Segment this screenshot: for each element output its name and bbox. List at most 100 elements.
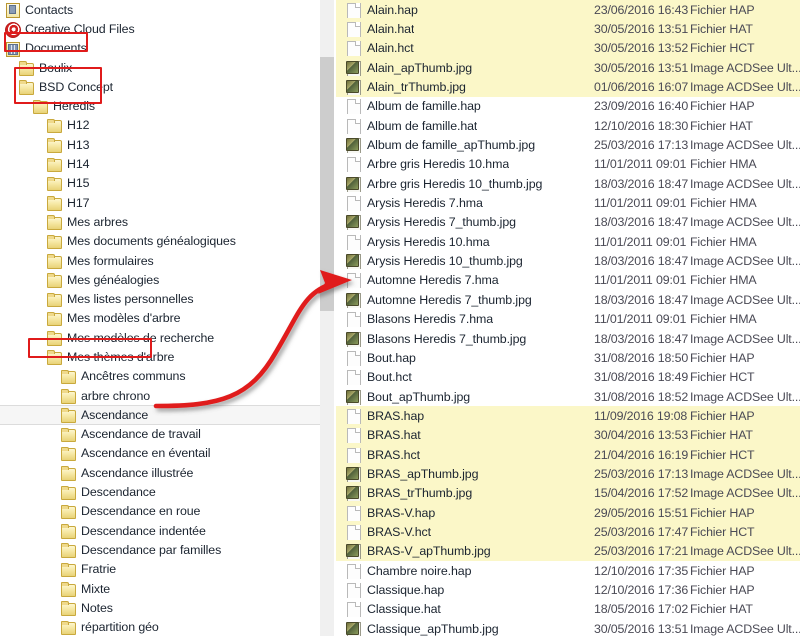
file-row[interactable]: Blasons Heredis 7_thumb.jpg 18/03/2016 18… xyxy=(336,329,800,348)
file-name-cell[interactable]: Automne Heredis 7.hma xyxy=(336,272,594,289)
file-row[interactable]: Album de famille_apThumb.jpg 25/03/2016 1… xyxy=(336,135,800,154)
tree-vertical-scrollbar[interactable] xyxy=(320,0,334,636)
tree-item-h12[interactable]: H12 xyxy=(0,116,320,135)
file-name-cell[interactable]: Bout.hct xyxy=(336,369,594,386)
tree-item-mes-mod-les-de-recherche[interactable]: Mes modèles de recherche xyxy=(0,328,320,347)
file-list-pane[interactable]: Alain.hap 23/06/2016 16:43 Fichier HAP Alai… xyxy=(336,0,800,636)
file-name-cell[interactable]: BRAS-V.hct xyxy=(336,524,594,540)
file-row[interactable]: Automne Heredis 7_thumb.jpg 18/03/2016 18… xyxy=(336,290,800,309)
file-row[interactable]: BRAS-V.hap 29/05/2016 15:51 Fichier HAP xyxy=(336,502,800,523)
file-name-cell[interactable]: BRAS_trThumb.jpg xyxy=(336,485,594,502)
file-row[interactable]: Bout.hap 31/08/2016 18:50 Fichier HAP xyxy=(336,348,800,367)
file-row[interactable]: Classique.hat 18/05/2016 17:02 Fichier HAT xyxy=(336,600,800,619)
tree-item-boulix[interactable]: Boulix xyxy=(0,58,320,77)
tree-item-creative-cloud-files[interactable]: Creative Cloud Files xyxy=(0,19,320,38)
file-name-cell[interactable]: BRAS-V.hap xyxy=(336,505,594,521)
file-name-cell[interactable]: Classique_apThumb.jpg xyxy=(336,621,594,636)
file-name-cell[interactable]: Blasons Heredis 7.hma xyxy=(336,311,594,328)
tree-item-heredis[interactable]: Heredis xyxy=(0,96,320,115)
file-name-cell[interactable]: Album de famille.hat xyxy=(336,118,594,134)
file-name-cell[interactable]: Chambre noire.hap xyxy=(336,563,594,579)
file-row[interactable]: BRAS_trThumb.jpg 15/04/2016 17:52 Image AC… xyxy=(336,483,800,503)
tree-item-arbre-chrono[interactable]: arbre chrono xyxy=(0,386,320,405)
file-row[interactable]: Alain.hap 23/06/2016 16:43 Fichier HAP xyxy=(336,0,800,20)
file-name-cell[interactable]: Alain.hat xyxy=(336,21,594,38)
file-name-cell[interactable]: Album de famille.hap xyxy=(336,98,594,115)
file-row[interactable]: Alain_trThumb.jpg 01/06/2016 16:07 Image A… xyxy=(336,77,800,97)
tree-item-ascendance-en-ventail[interactable]: Ascendance en éventail xyxy=(0,444,320,463)
tree-item-fratrie[interactable]: Fratrie xyxy=(0,560,320,579)
file-name-cell[interactable]: Alain.hap xyxy=(336,2,594,18)
tree-item-h13[interactable]: H13 xyxy=(0,135,320,154)
file-name-cell[interactable]: Automne Heredis 7_thumb.jpg xyxy=(336,292,594,308)
file-row[interactable]: Alain.hat 30/05/2016 13:51 Fichier HAT xyxy=(336,19,800,39)
file-name-cell[interactable]: BRAS_apThumb.jpg xyxy=(336,466,594,482)
tree-item-h14[interactable]: H14 xyxy=(0,154,320,173)
tree-item-anc-tres-communs[interactable]: Ancêtres communs xyxy=(0,367,320,386)
file-name-cell[interactable]: Arbre gris Heredis 10.hma xyxy=(336,156,594,173)
tree-item-h15[interactable]: H15 xyxy=(0,174,320,193)
file-row[interactable]: BRAS.hap 11/09/2016 19:08 Fichier HAP xyxy=(336,406,800,426)
file-name-cell[interactable]: Classique.hat xyxy=(336,601,594,618)
tree-item-mes-arbres[interactable]: Mes arbres xyxy=(0,212,320,231)
tree-item-descendance-en-roue[interactable]: Descendance en roue xyxy=(0,502,320,521)
file-name-cell[interactable]: Arysis Heredis 10_thumb.jpg xyxy=(336,253,594,270)
file-row[interactable]: Chambre noire.hap 12/10/2016 17:35 Fichier… xyxy=(336,561,800,580)
tree-item-ascendance-illustr-e[interactable]: Ascendance illustrée xyxy=(0,463,320,482)
tree-item-mixte[interactable]: Mixte xyxy=(0,579,320,598)
file-name-cell[interactable]: Arysis Heredis 10.hma xyxy=(336,234,594,250)
file-row[interactable]: Bout.hct 31/08/2016 18:49 Fichier HCT xyxy=(336,368,800,387)
tree-item-r-partition-g-o[interactable]: répartition géo xyxy=(0,618,320,636)
tree-item-mes-g-n-alogies[interactable]: Mes généalogies xyxy=(0,270,320,289)
file-row[interactable]: Alain_apThumb.jpg 30/05/2016 13:51 Image A… xyxy=(336,58,800,78)
file-row[interactable]: BRAS_apThumb.jpg 25/03/2016 17:13 Image AC… xyxy=(336,464,800,484)
file-name-cell[interactable]: Arysis Heredis 7.hma xyxy=(336,195,594,212)
file-name-cell[interactable]: Arbre gris Heredis 10_thumb.jpg xyxy=(336,176,594,192)
file-row[interactable]: BRAS.hat 30/04/2016 13:53 Fichier HAT xyxy=(336,425,800,445)
tree-item-notes[interactable]: Notes xyxy=(0,598,320,617)
file-name-cell[interactable]: BRAS.hat xyxy=(336,427,594,444)
tree-item-mes-mod-les-d-arbre[interactable]: Mes modèles d'arbre xyxy=(0,309,320,328)
file-row[interactable]: Album de famille.hat 12/10/2016 18:30 Fich… xyxy=(336,116,800,135)
file-row[interactable]: Arysis Heredis 10_thumb.jpg 18/03/2016 18… xyxy=(336,251,800,270)
tree-item-ascendance[interactable]: Ascendance xyxy=(0,405,320,425)
file-name-cell[interactable]: Alain_apThumb.jpg xyxy=(336,60,594,76)
tree-item-h17[interactable]: H17 xyxy=(0,193,320,212)
file-row[interactable]: Automne Heredis 7.hma 11/01/2011 09:01 Fic… xyxy=(336,271,800,290)
navigation-tree-pane[interactable]: Contacts Creative Cloud Files Documents Bou… xyxy=(0,0,320,636)
file-name-cell[interactable]: Album de famille_apThumb.jpg xyxy=(336,137,594,154)
file-row[interactable]: Blasons Heredis 7.hma 11/01/2011 09:01 Fic… xyxy=(336,310,800,329)
file-name-cell[interactable]: Classique.hap xyxy=(336,582,594,598)
tree-scrollbar-thumb[interactable] xyxy=(320,57,334,311)
file-row[interactable]: BRAS.hct 21/04/2016 16:19 Fichier HCT xyxy=(336,444,800,465)
tree-item-mes-listes-personnelles[interactable]: Mes listes personnelles xyxy=(0,289,320,308)
file-row[interactable]: Album de famille.hap 23/09/2016 16:40 Fich… xyxy=(336,97,800,116)
tree-item-descendance-par-familles[interactable]: Descendance par familles xyxy=(0,540,320,559)
file-row[interactable]: Arbre gris Heredis 10.hma 11/01/2011 09:0… xyxy=(336,155,800,174)
file-name-cell[interactable]: BRAS.hct xyxy=(336,447,594,463)
file-row[interactable]: BRAS-V_apThumb.jpg 25/03/2016 17:21 Image … xyxy=(336,541,800,561)
file-name-cell[interactable]: Alain_trThumb.jpg xyxy=(336,79,594,96)
file-row[interactable]: Classique_apThumb.jpg 30/05/2016 13:51 Ima… xyxy=(336,619,800,636)
tree-item-mes-documents-g-n-alogiques[interactable]: Mes documents généalogiques xyxy=(0,232,320,251)
tree-item-contacts[interactable]: Contacts xyxy=(0,0,320,19)
file-row[interactable]: Alain.hct 30/05/2016 13:52 Fichier HCT xyxy=(336,38,800,59)
tree-item-descendance[interactable]: Descendance xyxy=(0,482,320,501)
file-row[interactable]: Bout_apThumb.jpg 31/08/2016 18:52 Image AC… xyxy=(336,387,800,406)
file-name-cell[interactable]: Bout.hap xyxy=(336,350,594,366)
file-name-cell[interactable]: Arysis Heredis 7_thumb.jpg xyxy=(336,214,594,231)
file-row[interactable]: Arysis Heredis 7_thumb.jpg 18/03/2016 18:… xyxy=(336,213,800,232)
file-name-cell[interactable]: Alain.hct xyxy=(336,40,594,57)
file-name-cell[interactable]: Bout_apThumb.jpg xyxy=(336,389,594,405)
tree-item-descendance-indent-e[interactable]: Descendance indentée xyxy=(0,521,320,540)
file-row[interactable]: Arysis Heredis 7.hma 11/01/2011 09:01 Fich… xyxy=(336,193,800,212)
tree-item-mes-th-mes-d-arbre[interactable]: Mes thèmes d'arbre xyxy=(0,347,320,366)
file-name-cell[interactable]: Blasons Heredis 7_thumb.jpg xyxy=(336,331,594,347)
file-row[interactable]: Arbre gris Heredis 10_thumb.jpg 18/03/201… xyxy=(336,174,800,193)
file-name-cell[interactable]: BRAS-V_apThumb.jpg xyxy=(336,543,594,560)
tree-item-documents[interactable]: Documents xyxy=(0,39,320,58)
file-row[interactable]: Arysis Heredis 10.hma 11/01/2011 09:01 Fic… xyxy=(336,232,800,251)
tree-item-mes-formulaires[interactable]: Mes formulaires xyxy=(0,251,320,270)
file-row[interactable]: Classique.hap 12/10/2016 17:36 Fichier HAP xyxy=(336,580,800,599)
tree-item-bsd-concept[interactable]: BSD Concept xyxy=(0,77,320,96)
